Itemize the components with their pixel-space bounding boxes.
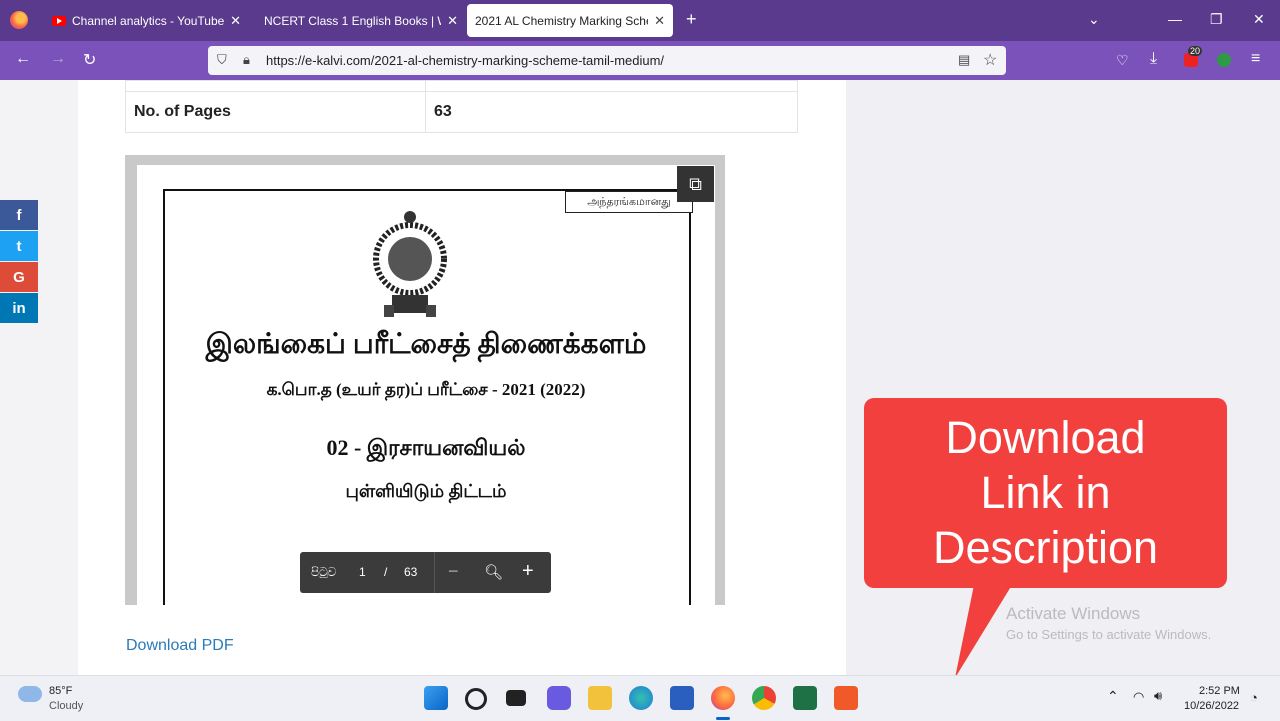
wifi-icon[interactable]: ◠: [1133, 689, 1144, 705]
list-all-tabs-icon[interactable]: ⌄: [1088, 11, 1100, 28]
edge-icon[interactable]: [629, 686, 653, 710]
weather-temp[interactable]: 85°F: [49, 685, 72, 697]
camtasia-icon[interactable]: [834, 686, 858, 710]
show-hidden-icons-icon[interactable]: ⌃: [1107, 688, 1119, 705]
forward-icon[interactable]: →: [50, 50, 66, 68]
department-title: இலங்கைப் பரீட்சைத் திணைக்களம்: [205, 329, 647, 360]
confidential-stamp: அந்தரங்கமானது: [565, 191, 693, 213]
callout-line: Link in: [980, 467, 1111, 518]
restore-icon[interactable]: ❐: [1210, 11, 1223, 28]
zoom-search-icon[interactable]: 🔍︎: [484, 563, 503, 581]
downloads-icon[interactable]: ⤓: [1150, 50, 1157, 68]
bookmark-star-icon[interactable]: ☆: [983, 50, 997, 70]
lock-icon[interactable]: 🔒︎: [243, 52, 250, 68]
tab-youtube-studio[interactable]: Channel analytics - YouTube Studio ✕: [44, 4, 249, 37]
windows-taskbar: 85°F Cloudy ⌃ ◠ 🔊︎ 2:52 PM 10/26/2022 ◔: [0, 675, 1280, 721]
close-tab-icon[interactable]: ✕: [447, 13, 458, 29]
zoom-out-icon[interactable]: −: [448, 561, 459, 582]
left-gutter: [0, 80, 78, 675]
activate-windows-title: Activate Windows: [1006, 604, 1141, 623]
excel-icon[interactable]: [793, 686, 817, 710]
task-view-icon[interactable]: [506, 690, 526, 706]
globe-extension-icon[interactable]: [1217, 53, 1231, 67]
tab-bar: Channel analytics - YouTube Studio ✕ NCE…: [0, 0, 1280, 41]
pdf-viewer[interactable]: அந்தரங்கமானது இலங்கைப் பரீட்சைத் திணைக்க…: [125, 155, 725, 605]
reader-view-icon[interactable]: ▤: [958, 52, 970, 68]
table-row: No. of Pages 63: [125, 91, 798, 133]
marking-scheme-title: புள்ளியிடும் திட்டம்: [345, 481, 507, 501]
chrome-icon[interactable]: [752, 686, 776, 710]
address-bar[interactable]: ⛉ 🔒︎ https://e-kalvi.com/2021-al-chemist…: [208, 46, 1006, 75]
row-key: No. of Pages: [125, 91, 426, 133]
file-explorer-icon[interactable]: [588, 686, 612, 710]
search-icon[interactable]: [465, 688, 487, 710]
page-separator: /: [384, 565, 388, 579]
row-value: 63: [425, 91, 798, 133]
close-tab-icon[interactable]: ✕: [230, 13, 241, 29]
info-table: No. of Pages 63: [125, 80, 798, 133]
download-pdf-link[interactable]: Download PDF: [126, 637, 234, 655]
new-tab-icon[interactable]: +: [686, 9, 697, 30]
start-icon[interactable]: [424, 686, 448, 710]
notifications-icon[interactable]: ◔: [1250, 690, 1258, 705]
activate-windows-subtitle: Go to Settings to activate Windows.: [1006, 627, 1212, 642]
reload-icon[interactable]: ↻: [83, 50, 96, 70]
back-icon[interactable]: ←: [15, 50, 31, 68]
page-label: පිටුව: [311, 565, 337, 579]
app-menu-icon[interactable]: ≡: [1251, 50, 1260, 68]
linkedin-share-button[interactable]: in: [0, 293, 38, 323]
extension-badge: 20: [1188, 46, 1203, 56]
weather-desc[interactable]: Cloudy: [49, 700, 83, 712]
total-pages: 63: [404, 565, 418, 579]
minimize-icon[interactable]: —: [1168, 11, 1182, 27]
close-tab-icon[interactable]: ✕: [654, 13, 665, 29]
subject-title: 02 - இரசாயனவியல்: [326, 435, 526, 460]
callout-line: Description: [932, 522, 1159, 573]
tab-title: 2021 AL Chemistry Marking Scheme: [475, 13, 648, 28]
toolbar-divider: [434, 552, 435, 593]
zoom-in-icon[interactable]: +: [522, 560, 534, 583]
open-in-new-window-icon[interactable]: ⧉: [677, 166, 714, 202]
clock-time[interactable]: 2:52 PM: [1199, 685, 1240, 697]
google-share-button[interactable]: G: [0, 262, 38, 292]
sri-lanka-emblem-icon: [373, 211, 447, 317]
close-window-icon[interactable]: ✕: [1253, 11, 1265, 28]
page-number-input[interactable]: 1: [359, 565, 366, 579]
twitter-share-button[interactable]: t: [0, 231, 38, 261]
tab-ncert-books[interactable]: NCERT Class 1 English Books | Workbook ✕: [256, 4, 466, 37]
url-text[interactable]: https://e-kalvi.com/2021-al-chemistry-ma…: [266, 53, 664, 68]
download-callout: Download Link in Description: [864, 398, 1227, 588]
firefox-icon[interactable]: [711, 686, 735, 710]
exam-title: க.பொ.த (உயர் தர)ப் பரீட்சை - 2021 (2022): [266, 380, 586, 399]
weather-cloud-icon[interactable]: [18, 686, 42, 702]
firefox-menu-icon[interactable]: [10, 11, 28, 29]
facebook-share-button[interactable]: f: [0, 200, 38, 230]
clock-date[interactable]: 10/26/2022: [1184, 700, 1239, 712]
tab-title: Channel analytics - YouTube Studio: [72, 13, 225, 28]
youtube-favicon-icon: [52, 15, 66, 26]
pdf-page: அந்தரங்கமானது இலங்கைப் பரீட்சைத் திணைக்க…: [137, 165, 715, 605]
tab-chemistry-marking-scheme[interactable]: 2021 AL Chemistry Marking Scheme ✕: [467, 4, 673, 37]
teams-chat-icon[interactable]: [547, 686, 571, 710]
tracking-shield-icon[interactable]: ⛉: [217, 52, 227, 68]
store-icon[interactable]: [670, 686, 694, 710]
pocket-icon[interactable]: ♡: [1116, 52, 1129, 69]
callout-line: Download: [945, 412, 1146, 463]
volume-icon[interactable]: 🔊︎: [1154, 688, 1162, 704]
pdf-toolbar: පිටුව 1 / 63 − 🔍︎ +: [300, 552, 551, 593]
tab-title: NCERT Class 1 English Books | Workbook: [264, 13, 441, 28]
